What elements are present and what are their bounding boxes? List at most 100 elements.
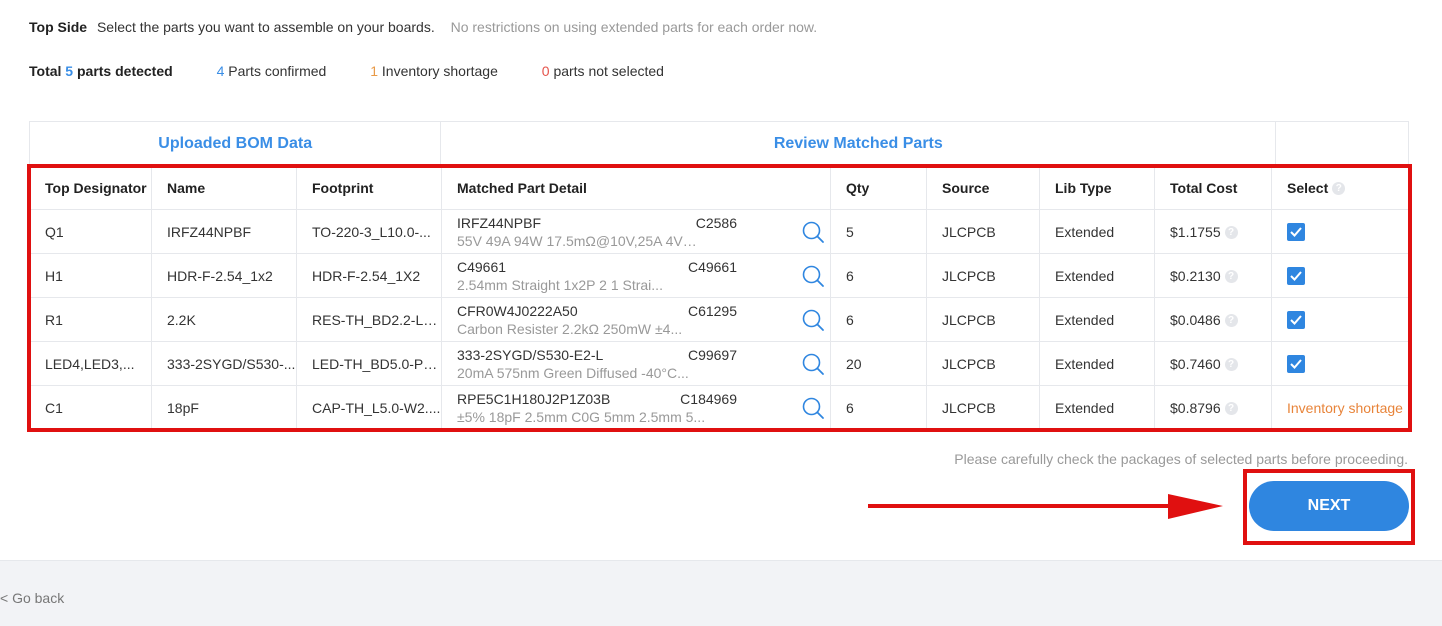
part-description: 55V 49A 94W 17.5mΩ@10V,25A 4V@... [457,232,707,249]
help-icon[interactable]: ? [1224,402,1238,416]
search-icon[interactable] [801,308,825,332]
not-selected-count: 0 [541,63,550,79]
go-back-link[interactable]: < Go back [0,590,64,606]
cell-select[interactable] [1271,253,1410,298]
part-description: 20mA 575nm Green Diffused -40°C... [457,364,689,381]
header-note: No restrictions on using extended parts … [450,19,818,35]
cell-total-cost: $0.0486? [1154,297,1272,342]
select-checkbox[interactable] [1287,266,1305,285]
review-matched-group: Review Matched Parts [441,122,1277,165]
cell-designator: R1 [29,297,152,342]
table-row: R1 2.2K RES-TH_BD2.2-L6.... CFR0W4J0222A… [29,297,1410,342]
search-icon[interactable] [801,396,825,420]
footer-bar: < Go back [0,560,1442,626]
part-number: 333-2SYGD/S530-E2-L [457,346,604,363]
cell-matched-part: CFR0W4J0222A50 C61295 Carbon Resister 2.… [441,297,831,342]
help-icon[interactable]: ? [1224,358,1238,372]
part-number: RPE5C1H180J2P1Z03B [457,390,611,407]
cell-qty: 6 [830,253,927,298]
select-group [1276,122,1408,165]
cell-footprint: TO-220-3_L10.0-... [296,209,442,254]
cell-qty: 20 [830,341,927,386]
cell-name: 18pF [151,385,297,430]
cell-matched-part: C49661 C49661 2.54mm Straight 1x2P 2 1 S… [441,253,831,298]
cell-source: JLCPCB [926,253,1040,298]
select-checkbox[interactable] [1287,222,1305,241]
table-row: Q1 IRFZ44NPBF TO-220-3_L10.0-... IRFZ44N… [29,209,1410,254]
next-button[interactable]: NEXT [1249,481,1409,531]
main-panel: Top Side Select the parts you want to as… [0,0,1442,560]
search-icon[interactable] [801,352,825,376]
cell-select[interactable]: Inventory shortage [1271,385,1410,430]
total-suffix: parts detected [76,63,173,79]
cell-lib-type: Extended [1039,385,1155,430]
col-qty: Qty [830,165,927,210]
bom-table-wrapper: Uploaded BOM Data Review Matched Parts T… [29,121,1410,430]
part-code: C49661 [687,258,737,275]
cell-qty: 5 [830,209,927,254]
cell-select[interactable] [1271,209,1410,254]
cell-lib-type: Extended [1039,209,1155,254]
cell-lib-type: Extended [1039,253,1155,298]
select-checkbox[interactable] [1287,310,1305,329]
cell-total-cost: $0.7460? [1154,341,1272,386]
shortage-label: Inventory shortage [381,63,498,79]
col-total-cost: Total Cost [1154,165,1272,210]
col-select-label: Select [1287,179,1329,196]
cell-designator: H1 [29,253,152,298]
search-icon[interactable] [801,264,825,288]
cell-total-cost: $0.2130? [1154,253,1272,298]
col-footprint: Footprint [296,165,442,210]
table-header-row: Top Designator Name Footprint Matched Pa… [29,165,1410,210]
cell-name: 2.2K [151,297,297,342]
part-line: CFR0W4J0222A50 C61295 [457,302,737,320]
side-label: Top Side [29,19,88,35]
cell-source: JLCPCB [926,385,1040,430]
cost-value: $1.1755 [1170,223,1221,240]
not-selected-label: parts not selected [553,63,664,79]
part-description: 2.54mm Straight 1x2P 2 1 Strai... [457,276,663,293]
cell-total-cost: $0.8796? [1154,385,1272,430]
part-description: Carbon Resister 2.2kΩ 250mW ±4... [457,320,683,337]
cell-select[interactable] [1271,297,1410,342]
page: Top Side Select the parts you want to as… [0,0,1442,626]
part-number: IRFZ44NPBF [457,214,542,231]
help-icon[interactable]: ? [1224,226,1238,240]
part-line: IRFZ44NPBF C2586 [457,214,737,232]
help-icon[interactable]: ? [1332,182,1346,196]
col-designator: Top Designator [29,165,152,210]
cell-designator: Q1 [29,209,152,254]
table-row: LED4,LED3,... 333-2SYGD/S530-... LED-TH_… [29,341,1410,386]
table-group-header: Uploaded BOM Data Review Matched Parts [29,121,1409,165]
part-line: 333-2SYGD/S530-E2-L C99697 [457,346,737,364]
part-number: C49661 [457,258,507,275]
search-icon[interactable] [801,220,825,244]
arrow-indicator [868,494,1223,519]
col-source: Source [926,165,1040,210]
select-checkbox[interactable] [1287,354,1305,373]
help-icon[interactable]: ? [1224,314,1238,328]
help-icon[interactable]: ? [1224,270,1238,284]
cell-qty: 6 [830,297,927,342]
cost-value: $0.8796 [1170,399,1221,416]
cell-matched-part: 333-2SYGD/S530-E2-L C99697 20mA 575nm Gr… [441,341,831,386]
header-description: Select the parts you want to assemble on… [96,19,435,35]
confirmed-label: Parts confirmed [228,63,327,79]
cell-source: JLCPCB [926,341,1040,386]
cell-select[interactable] [1271,341,1410,386]
cell-source: JLCPCB [926,297,1040,342]
part-code: C61295 [687,302,737,319]
total-summary: Total 5 parts detected [29,63,177,79]
col-matched: Matched Part Detail [441,165,831,210]
cell-footprint: HDR-F-2.54_1X2 [296,253,442,298]
cell-footprint: LED-TH_BD5.0-P2... [296,341,442,386]
cost-value: $0.0486 [1170,311,1221,328]
check-hint: Please carefully check the packages of s… [954,451,1408,467]
bom-table: Top Designator Name Footprint Matched Pa… [29,165,1410,430]
part-code: C99697 [687,346,737,363]
cell-footprint: CAP-TH_L5.0-W2.... [296,385,442,430]
shortage-count: 1 [370,63,378,79]
cell-qty: 6 [830,385,927,430]
total-prefix: Total [29,63,62,79]
total-count: 5 [65,63,74,79]
